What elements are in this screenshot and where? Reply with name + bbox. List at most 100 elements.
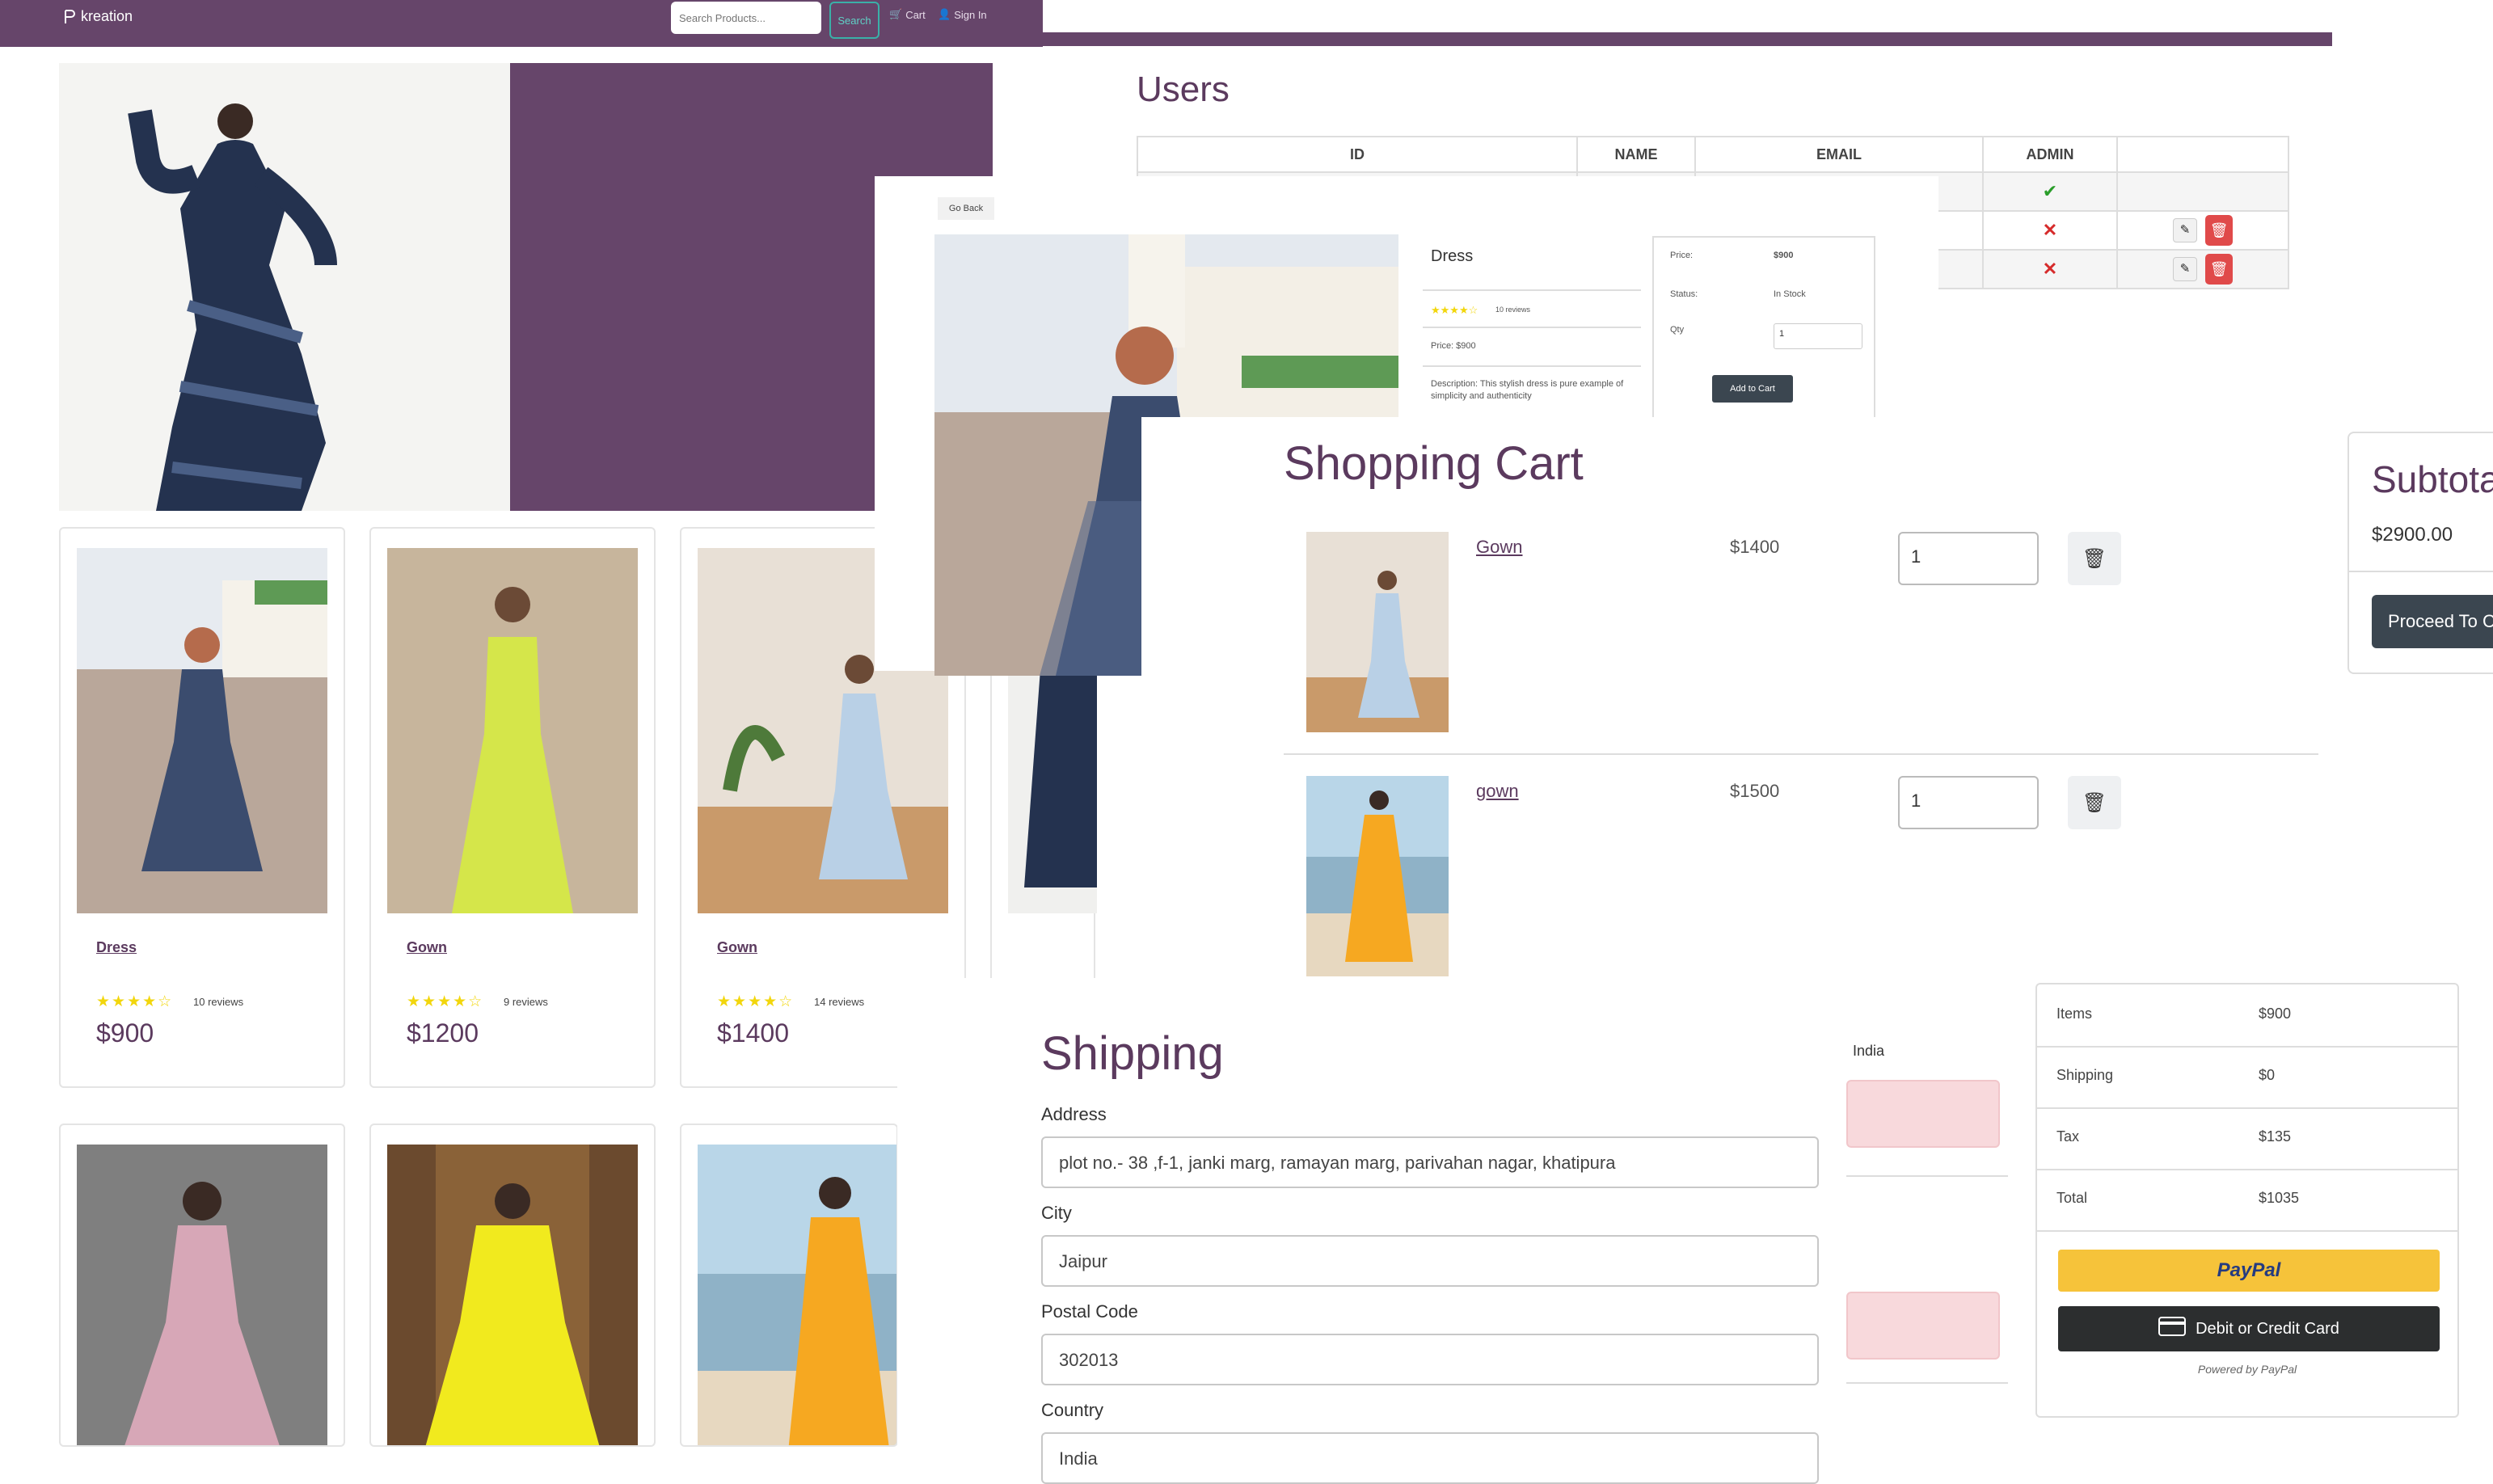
debit-credit-label: Debit or Credit Card [2196, 1319, 2339, 1338]
column-header-email: EMAIL [1694, 136, 1984, 173]
product-image[interactable] [77, 1145, 327, 1445]
hero-image [59, 63, 510, 511]
product-card[interactable]: Gown ★★★★☆ 9 reviews $1200 [369, 527, 656, 1088]
error-field[interactable] [1846, 1292, 2000, 1360]
status-value: In Stock [1774, 289, 1806, 299]
summary-row-shipping: Shipping $0 [2037, 1046, 2457, 1109]
product-card[interactable]: Dress ★★★★☆ 10 reviews $900 [59, 527, 345, 1088]
cross-icon: ✕ [2042, 259, 2058, 279]
city-input[interactable]: Jaipur [1041, 1235, 1819, 1287]
country-input[interactable]: India [1041, 1432, 1819, 1484]
subtotal-card: Subtotal $2900.00 Proceed To Checkout [2347, 432, 2493, 674]
product-image[interactable] [387, 548, 638, 913]
summary-value: $900 [2259, 1005, 2292, 1022]
rating-stars: ★★★★☆ [407, 993, 484, 1010]
cart-item-image[interactable] [1306, 776, 1449, 976]
trash-icon: 🗑 [2082, 547, 2107, 570]
edit-button[interactable]: ✎ [2173, 257, 2197, 281]
divider [1846, 1382, 2008, 1384]
summary-row-total: Total $1035 [2037, 1169, 2457, 1232]
shopping-cart-panel: Shopping Cart Gown $1400 1 🗑 gown $1500 … [1141, 417, 2338, 983]
navbar [0, 0, 1043, 47]
powered-by-paypal: Powered by PayPal [2197, 1363, 2297, 1376]
cart-item-price: $1400 [1730, 537, 1780, 557]
brand-logo[interactable]: kreation [63, 8, 133, 25]
product-card[interactable] [680, 1124, 898, 1447]
qty-select[interactable]: 1 [1774, 323, 1862, 349]
paypal-button[interactable]: PayPal [2058, 1250, 2440, 1292]
cart-item-price: $1500 [1730, 781, 1780, 801]
card-icon [2158, 1317, 2187, 1341]
signin-link-label: Sign In [954, 8, 987, 21]
divider [1423, 365, 1641, 367]
cart-link[interactable]: 🛒 Cart [889, 8, 926, 21]
column-header-name: NAME [1576, 136, 1696, 173]
summary-label: Tax [2056, 1128, 2080, 1145]
delete-button[interactable]: 🗑 [2205, 215, 2233, 246]
summary-label: Shipping [2056, 1067, 2114, 1083]
qty-label: Qty [1670, 325, 1685, 335]
trash-icon: 🗑 [2209, 261, 2229, 277]
status-label: Status: [1670, 289, 1698, 299]
cart-icon: 🛒 [889, 8, 903, 20]
cross-icon: ✕ [2042, 220, 2058, 240]
cart-item-qty[interactable]: 1 [1898, 776, 2039, 829]
review-count: 14 reviews [814, 996, 865, 1008]
product-image[interactable] [387, 1145, 638, 1445]
review-count: 9 reviews [504, 996, 548, 1008]
table-header-row: ID NAME EMAIL ADMIN [1137, 136, 2289, 173]
product-image[interactable] [77, 548, 327, 913]
price-label: Price: [1670, 251, 1694, 260]
remove-item-button[interactable]: 🗑 [2068, 532, 2121, 585]
product-name[interactable]: Gown [717, 939, 757, 956]
divider [1423, 327, 1641, 328]
postal-code-input[interactable]: 302013 [1041, 1334, 1819, 1385]
address-input[interactable]: plot no.- 38 ,f-1, janki marg, ramayan m… [1041, 1136, 1819, 1188]
signin-link[interactable]: 👤 Sign In [938, 8, 987, 21]
cart-item-qty[interactable]: 1 [1898, 532, 2039, 585]
product-price: $1400 [717, 1018, 789, 1048]
column-header-actions [2116, 136, 2289, 173]
user-icon: 👤 [938, 8, 951, 20]
city-label: City [1041, 1203, 1072, 1223]
column-header-id: ID [1137, 136, 1578, 173]
summary-label: Total [2056, 1190, 2088, 1206]
summary-row-items: Items $900 [2037, 984, 2457, 1048]
address-label: Address [1041, 1104, 1107, 1124]
product-card[interactable] [59, 1124, 345, 1447]
summary-value: $135 [2259, 1128, 2292, 1145]
cart-item-name[interactable]: Gown [1476, 537, 1522, 558]
add-to-cart-button[interactable]: Add to Cart [1712, 375, 1793, 403]
hero-carousel[interactable] [59, 63, 993, 511]
rating-stars: ★★★★☆ [1431, 304, 1479, 316]
summary-label: Items [2056, 1005, 2093, 1022]
search-input[interactable] [671, 2, 821, 34]
cart-title: Shopping Cart [1284, 437, 1584, 490]
remove-item-button[interactable]: 🗑 [2068, 776, 2121, 829]
delete-button[interactable]: 🗑 [2205, 254, 2233, 285]
product-name[interactable]: Gown [407, 939, 447, 956]
go-back-button[interactable]: Go Back [938, 197, 994, 220]
cart-item-name[interactable]: gown [1476, 781, 1519, 802]
brand-name: kreation [81, 8, 133, 24]
users-title: Users [1137, 70, 1230, 109]
proceed-to-checkout-button[interactable]: Proceed To Checkout [2372, 595, 2493, 648]
order-summary: Items $900 Shipping $0 Tax $135 Total $1… [2035, 983, 2459, 1418]
error-field[interactable] [1846, 1080, 2000, 1148]
edit-button[interactable]: ✎ [2173, 218, 2197, 242]
search-button[interactable]: Search [829, 2, 880, 39]
divider [1846, 1175, 2008, 1177]
review-count: 10 reviews [193, 996, 244, 1008]
product-image[interactable] [698, 1145, 896, 1445]
debit-credit-button[interactable]: Debit or Credit Card [2058, 1306, 2440, 1351]
rating-stars: ★★★★☆ [96, 993, 174, 1010]
header-stripe [1043, 32, 2332, 46]
product-card[interactable] [369, 1124, 656, 1447]
subtotal-amount: $2900.00 [2372, 524, 2453, 546]
divider [1423, 289, 1641, 291]
product-name[interactable]: Dress [96, 939, 137, 956]
summary-value: $0 [2259, 1067, 2276, 1083]
product-price: $900 [96, 1018, 154, 1048]
cart-item-image[interactable] [1306, 532, 1449, 732]
trash-icon: 🗑 [2082, 791, 2107, 814]
